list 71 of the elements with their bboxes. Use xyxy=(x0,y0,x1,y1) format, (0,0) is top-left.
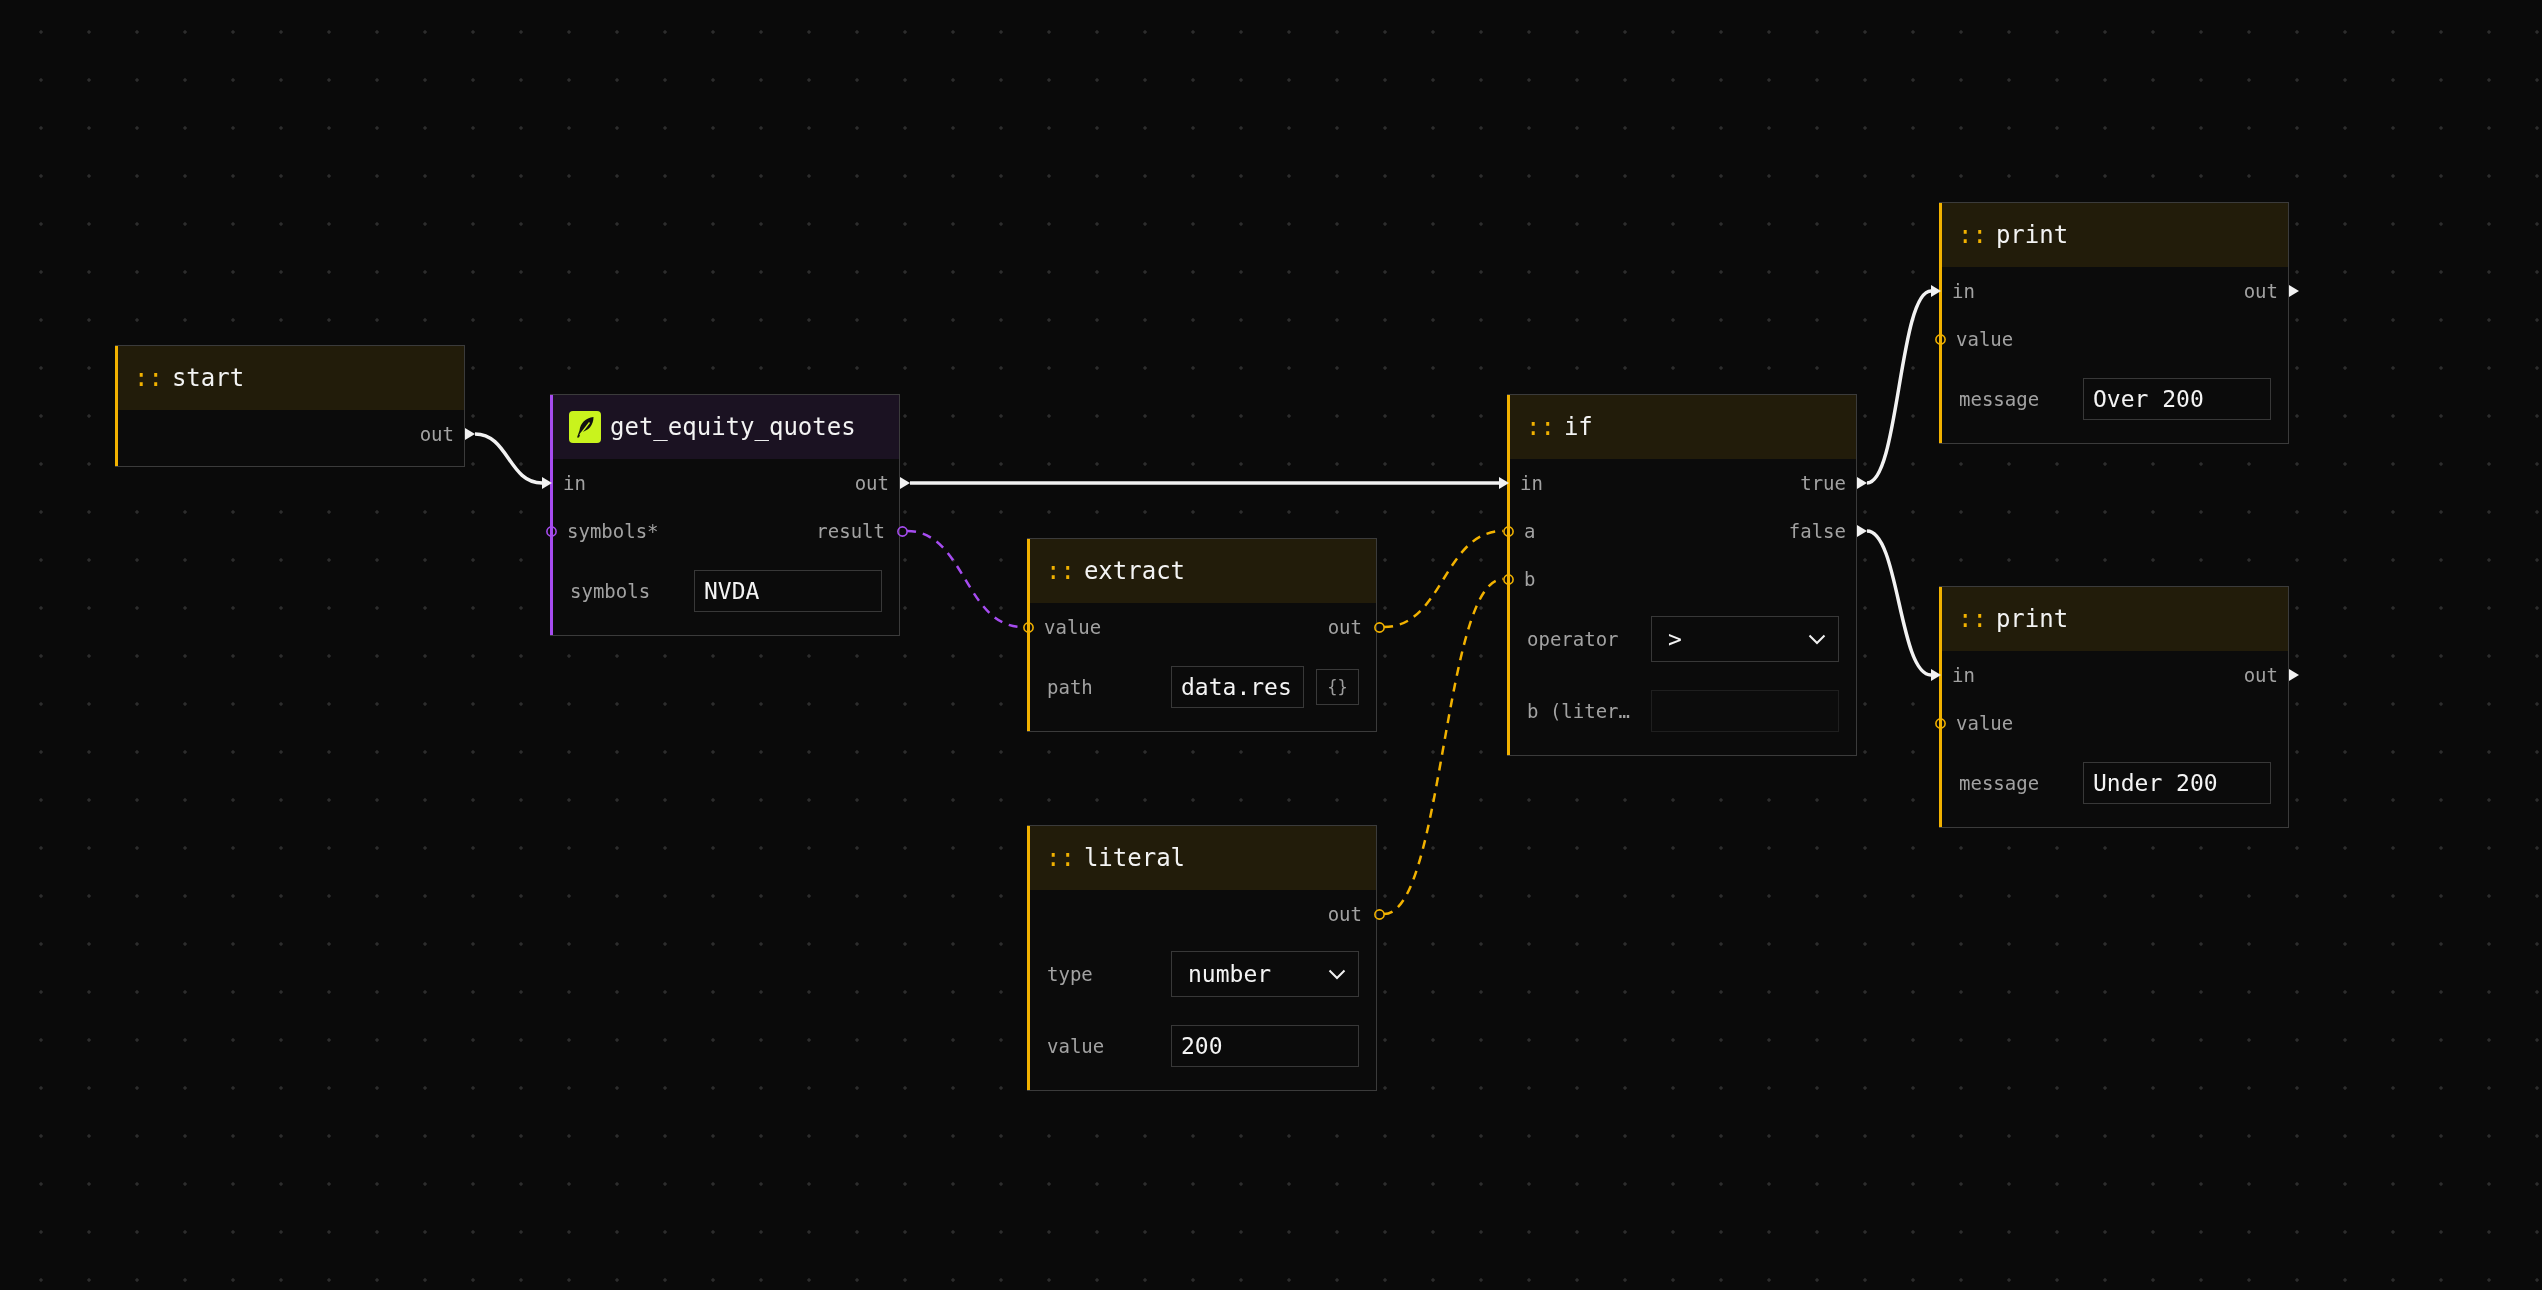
port-label: in xyxy=(1520,471,1543,495)
circle-port-icon[interactable] xyxy=(1373,621,1385,633)
field-label: type xyxy=(1047,963,1094,985)
text-field[interactable]: Over 200 xyxy=(2083,378,2271,420)
text-field[interactable]: 200 xyxy=(1171,1025,1359,1067)
feather-icon xyxy=(569,411,601,443)
node-title: extract xyxy=(1083,557,1186,585)
field-label: value xyxy=(1047,1035,1106,1057)
field-label: message xyxy=(1959,772,2041,794)
triangle-port-icon[interactable] xyxy=(1857,525,1867,537)
triangle-port-icon[interactable] xyxy=(1931,669,1941,681)
dropdown[interactable]: number xyxy=(1171,951,1359,997)
node-title: print xyxy=(1995,221,2069,249)
title-prefix: :: xyxy=(1526,413,1555,441)
port-label: out xyxy=(2243,279,2278,303)
chevron-down-icon xyxy=(1808,633,1826,645)
port-label: value xyxy=(1956,711,2014,735)
field-label: b (liter… xyxy=(1527,700,1631,722)
field-label: path xyxy=(1047,676,1094,698)
circle-port-icon[interactable] xyxy=(1934,717,1946,729)
triangle-port-icon[interactable] xyxy=(465,428,475,440)
node-title: start xyxy=(171,364,245,392)
port-label: out xyxy=(854,471,889,495)
port-label: a xyxy=(1524,519,1536,543)
circle-port-icon[interactable] xyxy=(545,525,557,537)
port-label: value xyxy=(1956,327,2014,351)
port-label: in xyxy=(1952,279,1975,303)
field-label: operator xyxy=(1527,628,1620,650)
title-prefix: :: xyxy=(1046,844,1075,872)
port-label: b xyxy=(1524,567,1536,591)
triangle-port-icon[interactable] xyxy=(542,477,552,489)
triangle-port-icon[interactable] xyxy=(2289,285,2299,297)
dropdown[interactable]: > xyxy=(1651,616,1839,662)
field-label: message xyxy=(1959,388,2041,410)
title-prefix: :: xyxy=(134,364,163,392)
triangle-port-icon[interactable] xyxy=(1931,285,1941,297)
triangle-port-icon[interactable] xyxy=(1857,477,1867,489)
circle-port-icon[interactable] xyxy=(896,525,908,537)
title-prefix: :: xyxy=(1958,221,1987,249)
text-field[interactable]: data.res xyxy=(1171,666,1304,708)
node-title: get_equity_quotes xyxy=(610,413,856,441)
port-label: result xyxy=(816,519,885,543)
port-label: out xyxy=(1327,615,1362,639)
port-label: out xyxy=(1327,902,1362,926)
connector-line xyxy=(474,432,543,485)
circle-port-icon[interactable] xyxy=(1373,908,1385,920)
title-prefix: :: xyxy=(1046,557,1075,585)
node-title: literal xyxy=(1083,844,1186,872)
port-label: false xyxy=(1788,519,1846,543)
circle-port-icon[interactable] xyxy=(1022,621,1034,633)
port-label: value xyxy=(1044,615,1102,639)
circle-port-icon[interactable] xyxy=(1934,333,1946,345)
triangle-port-icon[interactable] xyxy=(2289,669,2299,681)
chevron-down-icon xyxy=(1328,968,1346,980)
circle-port-icon[interactable] xyxy=(1502,525,1514,537)
port-label: out xyxy=(419,422,454,446)
text-field[interactable]: NVDA xyxy=(694,570,882,612)
title-prefix: :: xyxy=(1958,605,1987,633)
port-label: in xyxy=(1952,663,1975,687)
port-label: in xyxy=(563,471,586,495)
port-label: symbols* xyxy=(567,519,659,543)
node-title: if xyxy=(1563,413,1593,441)
braces-button[interactable]: {} xyxy=(1316,669,1359,705)
node-title: print xyxy=(1995,605,2069,633)
triangle-port-icon[interactable] xyxy=(900,477,910,489)
port-label: out xyxy=(2243,663,2278,687)
field-label: symbols xyxy=(570,580,652,602)
port-label: true xyxy=(1800,471,1846,495)
triangle-port-icon[interactable] xyxy=(1499,477,1509,489)
circle-port-icon[interactable] xyxy=(1502,573,1514,585)
text-field[interactable]: Under 200 xyxy=(2083,762,2271,804)
